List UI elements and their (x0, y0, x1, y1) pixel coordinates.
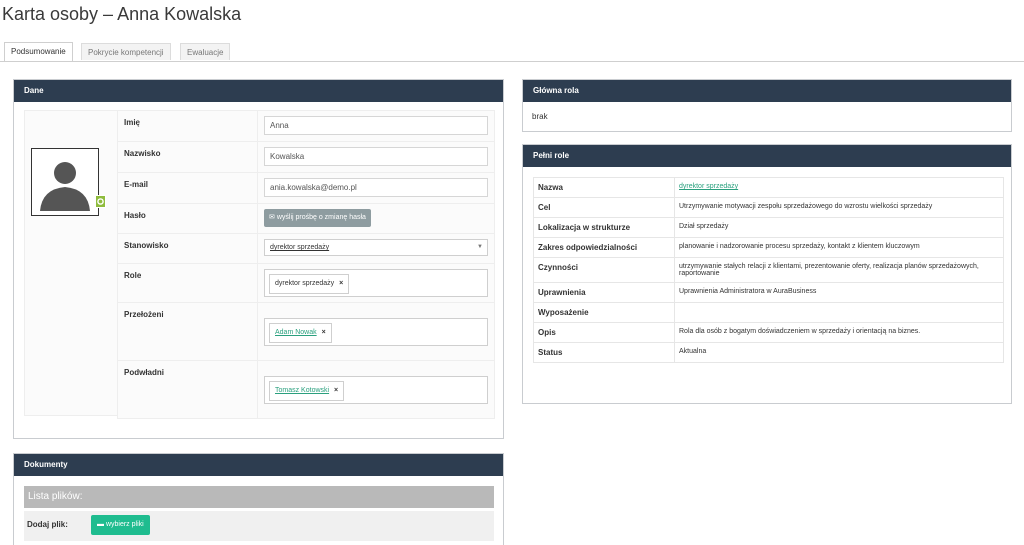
password-reset-button-label: wyślij prośbę o zmianę hasła (276, 214, 366, 221)
folder-icon: ▬ (97, 521, 104, 528)
podwladni-tag-link[interactable]: Tomasz Kotowski (275, 382, 330, 400)
table-row: Cel Utrzymywanie motywacji zespołu sprze… (533, 197, 1004, 218)
field-row-imie: Imię (117, 110, 495, 142)
tab-ewaluacje[interactable]: Ewaluacje (180, 43, 231, 60)
avatar-cell (24, 110, 118, 416)
change-photo-gear-icon[interactable] (95, 195, 106, 208)
dane-panel: Dane Imię Nazwisko (13, 79, 504, 439)
tab-podsumowanie[interactable]: Podsumowanie (4, 42, 73, 61)
avatar (31, 148, 106, 216)
remove-tag-icon[interactable]: × (334, 387, 338, 394)
imie-label: Imię (117, 110, 258, 142)
envelope-icon: ✉ (269, 214, 275, 221)
chevron-down-icon: ▼ (477, 244, 483, 250)
row-key: Czynności (533, 257, 675, 283)
remove-tag-icon[interactable]: × (322, 329, 326, 336)
row-value: planowanie i nadzorowanie procesu sprzed… (674, 237, 1004, 258)
field-row-email: E-mail (117, 172, 495, 204)
email-label: E-mail (117, 172, 258, 204)
page-title: Karta osoby – Anna Kowalska (2, 4, 242, 24)
row-value: Aktualna (674, 342, 1004, 363)
row-key: Status (533, 342, 675, 363)
dokumenty-panel: Dokumenty Lista plików: Dodaj plik: ▬ wy… (13, 453, 504, 545)
choose-files-button-label: wybierz pliki (105, 521, 144, 528)
field-row-stanowisko: Stanowisko dyrektor sprzedaży ▼ (117, 233, 495, 264)
row-value: utrzymywanie stałych relacji z klientami… (674, 257, 1004, 283)
table-row: Status Aktualna (533, 342, 1004, 363)
imie-input[interactable] (264, 116, 488, 135)
glowna-rola-value: brak (532, 112, 548, 121)
row-key: Cel (533, 197, 675, 218)
haslo-label: Hasło (117, 203, 258, 234)
podwladni-tag-input[interactable]: Tomasz Kotowski × (264, 376, 488, 404)
add-file-label: Dodaj plik: (27, 520, 68, 529)
row-key: Nazwa (533, 177, 675, 198)
role-name-link[interactable]: dyrektor sprzedaży (679, 183, 738, 190)
email-input[interactable] (264, 178, 488, 197)
table-row: Opis Rola dla osób z bogatym doświadczen… (533, 322, 1004, 343)
stanowisko-selected-value: dyrektor sprzedaży (270, 244, 330, 251)
dokumenty-header: Dokumenty (14, 454, 503, 476)
row-value: Rola dla osób z bogatym doświadczeniem w… (674, 322, 1004, 343)
table-row: Nazwa dyrektor sprzedaży (533, 177, 1004, 198)
field-row-przelozeni: Przełożeni Adam Nowak × (117, 302, 495, 361)
row-key: Wyposażenie (533, 302, 675, 323)
nazwisko-input[interactable] (264, 147, 488, 166)
person-fields-table: Imię Nazwisko E-mail Hasło ✉ wyślij proś… (117, 110, 495, 419)
role-tag-label: dyrektor sprzedaży (275, 280, 335, 287)
tab-pokrycie-kompetencji[interactable]: Pokrycie kompetencji (81, 43, 171, 60)
field-row-haslo: Hasło ✉ wyślij prośbę o zmianę hasła (117, 203, 495, 234)
field-row-podwladni: Podwładni Tomasz Kotowski × (117, 360, 495, 419)
dane-panel-header: Dane (14, 80, 503, 102)
row-value: dyrektor sprzedaży (674, 177, 1004, 198)
przelozeni-tag: Adam Nowak × (269, 323, 332, 343)
row-key: Opis (533, 322, 675, 343)
podwladni-tag: Tomasz Kotowski × (269, 381, 345, 401)
person-silhouette-icon (40, 162, 90, 211)
pelni-role-panel: Pełni role Nazwa dyrektor sprzedaży Cel … (522, 144, 1012, 404)
przelozeni-tag-link[interactable]: Adam Nowak (275, 324, 317, 342)
row-value: Uprawnienia Administratora w AuraBusines… (674, 282, 1004, 303)
field-row-role: Role dyrektor sprzedaży × (117, 263, 495, 303)
stanowisko-label: Stanowisko (117, 233, 258, 264)
pelni-role-header: Pełni role (523, 145, 1011, 167)
role-tag-input[interactable]: dyrektor sprzedaży × (264, 269, 488, 297)
row-value: Utrzymywanie motywacji zespołu sprzedażo… (674, 197, 1004, 218)
row-key: Uprawnienia (533, 282, 675, 303)
glowna-rola-panel: Główna rola brak (522, 79, 1012, 132)
choose-files-button[interactable]: ▬ wybierz pliki (91, 515, 150, 535)
add-file-row: Dodaj plik: ▬ wybierz pliki (24, 511, 494, 541)
row-value (674, 302, 1004, 323)
table-row: Wyposażenie (533, 302, 1004, 323)
role-details-table: Nazwa dyrektor sprzedaży Cel Utrzymywani… (533, 177, 1004, 363)
field-row-nazwisko: Nazwisko (117, 141, 495, 173)
role-label: Role (117, 263, 258, 303)
remove-tag-icon[interactable]: × (339, 280, 343, 287)
row-key: Zakres odpowiedzialności (533, 237, 675, 258)
row-key: Lokalizacja w strukturze (533, 217, 675, 238)
podwladni-label: Podwładni (117, 360, 258, 419)
table-row: Lokalizacja w strukturze Dział sprzedaży (533, 217, 1004, 238)
table-row: Zakres odpowiedzialności planowanie i na… (533, 237, 1004, 258)
role-tag: dyrektor sprzedaży × (269, 274, 350, 294)
row-value: Dział sprzedaży (674, 217, 1004, 238)
table-row: Uprawnienia Uprawnienia Administratora w… (533, 282, 1004, 303)
tab-bar: Podsumowanie Pokrycie kompetencji Ewalua… (0, 40, 1024, 62)
files-list-title: Lista plików: (24, 486, 494, 508)
table-row: Czynności utrzymywanie stałych relacji z… (533, 257, 1004, 283)
password-reset-button[interactable]: ✉ wyślij prośbę o zmianę hasła (264, 209, 371, 227)
przelozeni-label: Przełożeni (117, 302, 258, 361)
nazwisko-label: Nazwisko (117, 141, 258, 173)
glowna-rola-header: Główna rola (523, 80, 1011, 102)
stanowisko-select[interactable]: dyrektor sprzedaży ▼ (264, 239, 488, 256)
przelozeni-tag-input[interactable]: Adam Nowak × (264, 318, 488, 346)
